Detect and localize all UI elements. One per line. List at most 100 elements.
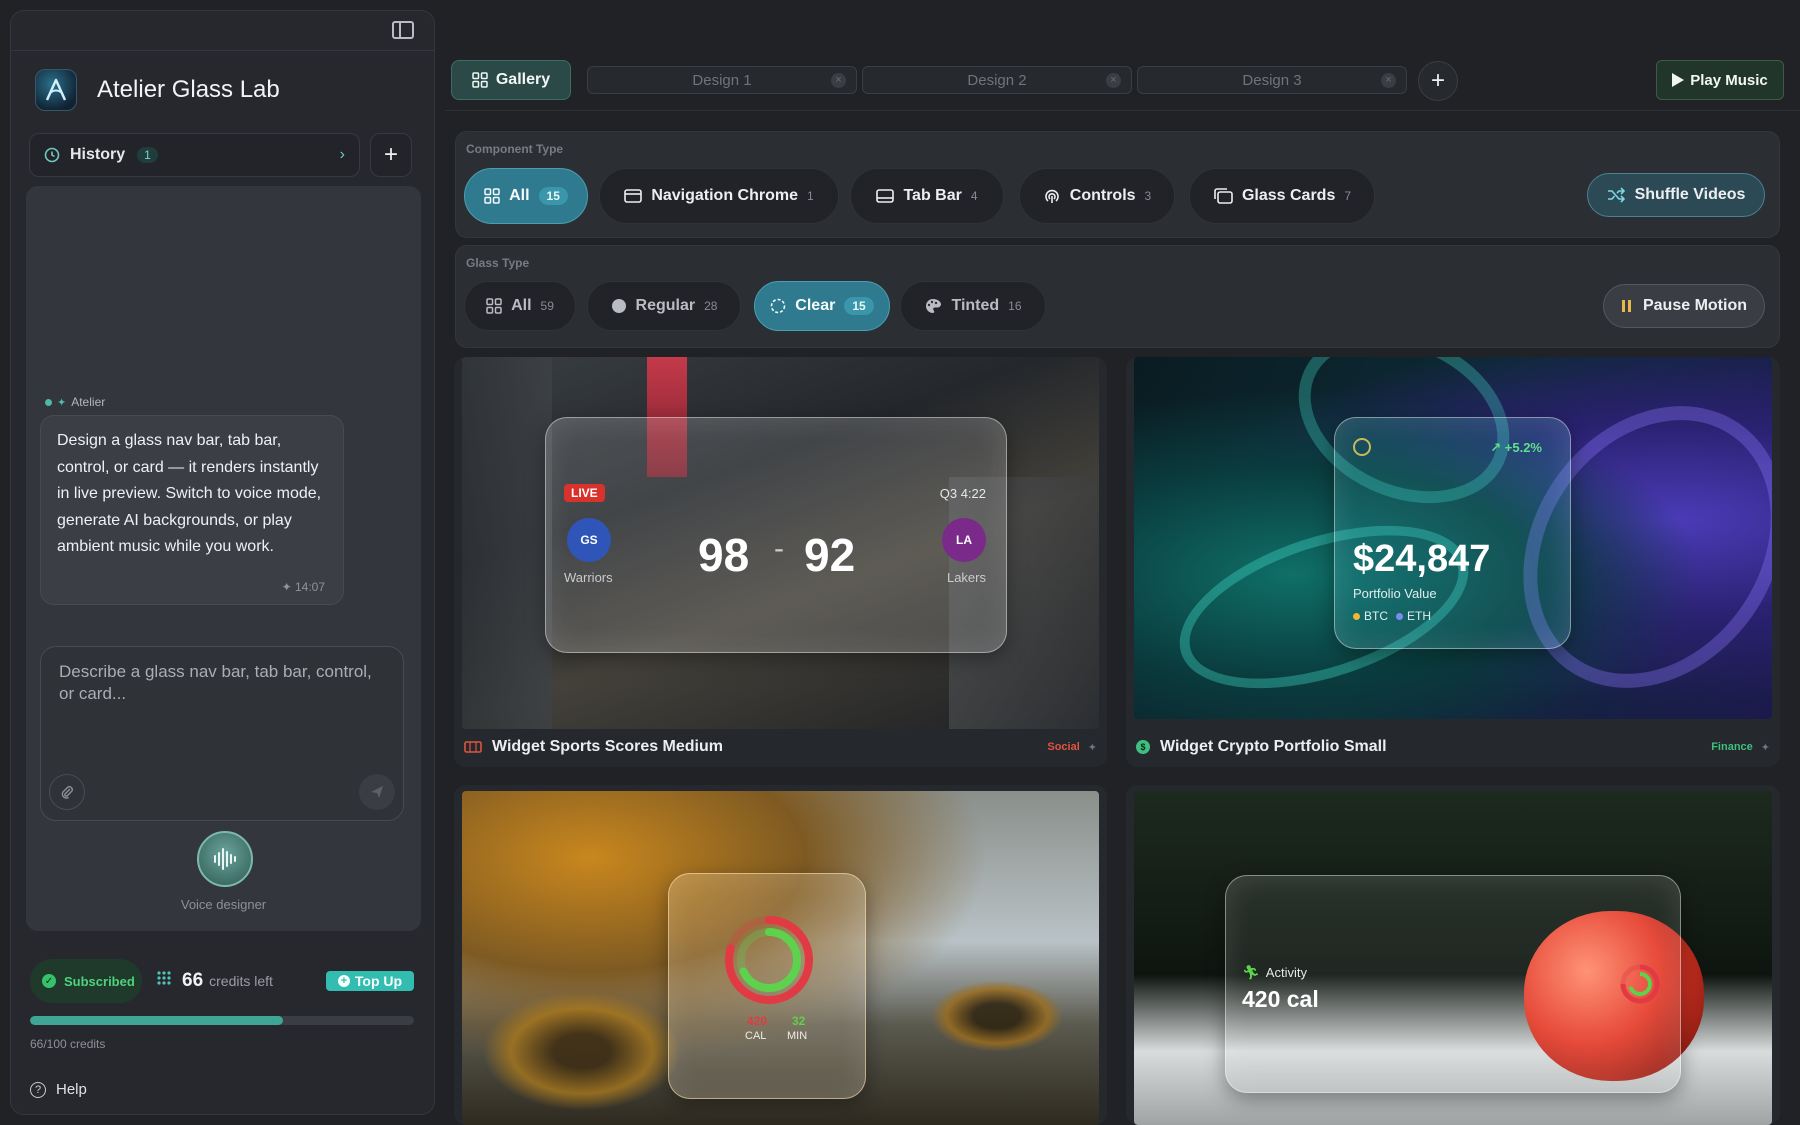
top-up-button[interactable]: + Top Up (326, 971, 414, 991)
portfolio-change: ↗ +5.2% (1490, 440, 1542, 455)
paperclip-icon[interactable] (49, 774, 85, 810)
chip-tab-bar[interactable]: Tab Bar 4 (850, 168, 1004, 224)
check-icon: ✓ (42, 974, 56, 988)
send-button[interactable] (359, 774, 395, 810)
tab-gallery[interactable]: Gallery (451, 60, 571, 100)
card-sports-scores[interactable]: LIVE Q3 4:22 GS Warriors 98 - 92 LA Lake… (454, 357, 1107, 767)
play-music-button[interactable]: Play Music (1656, 60, 1784, 100)
grid-icon (484, 188, 500, 204)
portfolio-widget: ↗ +5.2% $24,847 Portfolio Value BTC ETH (1334, 417, 1571, 649)
chip-count: 28 (704, 299, 718, 313)
prompt-input[interactable] (59, 661, 379, 751)
activity-rings-widget: 420 32 CAL MIN (668, 873, 866, 1099)
chip-glass-regular[interactable]: Regular 28 (587, 281, 741, 331)
card-title: Widget Crypto Portfolio Small (1160, 738, 1387, 755)
tab-design-1[interactable]: Design 1 × (587, 66, 857, 94)
add-tab-button[interactable]: + (1418, 61, 1458, 101)
chip-count: 16 (1008, 299, 1022, 313)
brand: Atelier Glass Lab (35, 69, 280, 111)
history-button[interactable]: History 1 › (29, 133, 360, 177)
sparkle-icon: ✦ (57, 396, 67, 409)
eth-dot-icon (1396, 612, 1403, 620)
chip-label: All (509, 187, 530, 204)
calories-label: CAL (745, 1030, 767, 1042)
sidebar-toggle-icon[interactable] (392, 21, 414, 39)
card-footer: $ Widget Crypto Portfolio Small Finance … (1126, 727, 1780, 767)
help-label: Help (56, 1081, 87, 1098)
close-icon[interactable]: × (1106, 73, 1121, 88)
subscription-badge[interactable]: ✓ Subscribed (30, 959, 142, 1003)
apple-background-image: 🏃︎ Activity 420 cal (1134, 791, 1772, 1125)
chip-component-all[interactable]: All 15 (464, 168, 588, 224)
close-icon[interactable]: × (1381, 73, 1396, 88)
credits-caption: 66/100 credits (30, 1037, 106, 1051)
play-music-label: Play Music (1690, 71, 1768, 89)
online-dot-icon (45, 398, 52, 406)
coin-legend: BTC ETH (1353, 609, 1431, 623)
shuffle-videos-label: Shuffle Videos (1634, 186, 1746, 203)
close-icon[interactable]: × (831, 73, 846, 88)
category-tag: Finance (1711, 741, 1753, 753)
calories-value: 420 (747, 1014, 768, 1028)
chip-count: 4 (970, 189, 978, 203)
message-text: Design a glass nav bar, tab bar, control… (57, 432, 322, 555)
score-separator: - (774, 532, 784, 565)
grid-dots-icon (157, 971, 171, 985)
activity-ring-icon (1620, 964, 1660, 1004)
home-team-avatar: GS (567, 518, 611, 562)
chip-label: Regular (635, 297, 696, 314)
activity-ring-icon (725, 916, 813, 1004)
chip-glass-all[interactable]: All 59 (464, 281, 576, 331)
app-logo-icon (35, 69, 77, 111)
chip-glass-tinted[interactable]: Tinted 16 (900, 281, 1046, 331)
dashed-circle-icon (770, 298, 786, 314)
chip-count: 59 (540, 299, 554, 313)
card-activity-small[interactable]: 🏃︎ Activity 420 cal (1126, 785, 1780, 1125)
top-up-label: Top Up (354, 973, 403, 989)
category-tag: Social (1047, 741, 1080, 753)
voice-designer-button[interactable] (197, 831, 253, 887)
sidebar-header-strip (10, 10, 435, 50)
chip-label: Glass Cards (1241, 187, 1336, 204)
chip-count: 15 (538, 187, 568, 205)
ticket-icon (464, 741, 482, 753)
pause-motion-button[interactable]: Pause Motion (1603, 284, 1765, 328)
window-icon (624, 189, 643, 203)
activity-value: 420 cal (1242, 986, 1319, 1012)
clock-icon (44, 147, 60, 163)
filter-caption: Component Type (466, 142, 564, 156)
message-timestamp: ✦ 14:07 (281, 580, 325, 594)
grid-icon (472, 72, 488, 88)
sparkle-icon: ✦ (1087, 741, 1097, 754)
tab-design-2[interactable]: Design 2 × (862, 66, 1132, 94)
card-crypto-portfolio[interactable]: ↗ +5.2% $24,847 Portfolio Value BTC ETH … (1126, 357, 1780, 767)
card-title: Widget Sports Scores Medium (492, 738, 723, 755)
tab-label: Design 1 (692, 71, 752, 89)
shuffle-videos-button[interactable]: Shuffle Videos (1587, 173, 1765, 217)
assistant-message: Design a glass nav bar, tab bar, control… (40, 415, 344, 605)
tab-label: Design 2 (967, 71, 1027, 89)
portfolio-label: Portfolio Value (1353, 586, 1437, 601)
chip-label: Tinted (951, 297, 1000, 314)
chip-controls[interactable]: Controls 3 (1019, 168, 1175, 224)
card-activity-rings[interactable]: 420 32 CAL MIN (454, 785, 1107, 1125)
chip-label: Controls (1069, 187, 1136, 204)
game-clock: Q3 4:22 (939, 486, 986, 501)
app-title: Atelier Glass Lab (97, 76, 280, 103)
divider (445, 110, 1800, 111)
sparkle-icon: ✦ (1760, 741, 1770, 754)
shuffle-icon (1607, 187, 1625, 203)
away-score: 92 (804, 529, 856, 581)
help-link[interactable]: ? Help (30, 1081, 87, 1098)
new-chat-button[interactable]: + (370, 133, 412, 177)
chip-glass-cards[interactable]: Glass Cards 7 (1189, 168, 1375, 224)
tab-design-3[interactable]: Design 3 × (1137, 66, 1407, 94)
sparkle-icon: ✦ (281, 580, 292, 594)
portfolio-value: $24,847 (1353, 538, 1491, 580)
credits-label: credits left (209, 973, 273, 989)
pause-icon (1621, 300, 1631, 312)
sports-background-image: LIVE Q3 4:22 GS Warriors 98 - 92 LA Lake… (462, 357, 1099, 729)
chip-glass-clear[interactable]: Clear 15 (754, 281, 890, 331)
finance-icon: $ (1136, 740, 1150, 754)
chip-navigation-chrome[interactable]: Navigation Chrome 1 (599, 168, 839, 224)
